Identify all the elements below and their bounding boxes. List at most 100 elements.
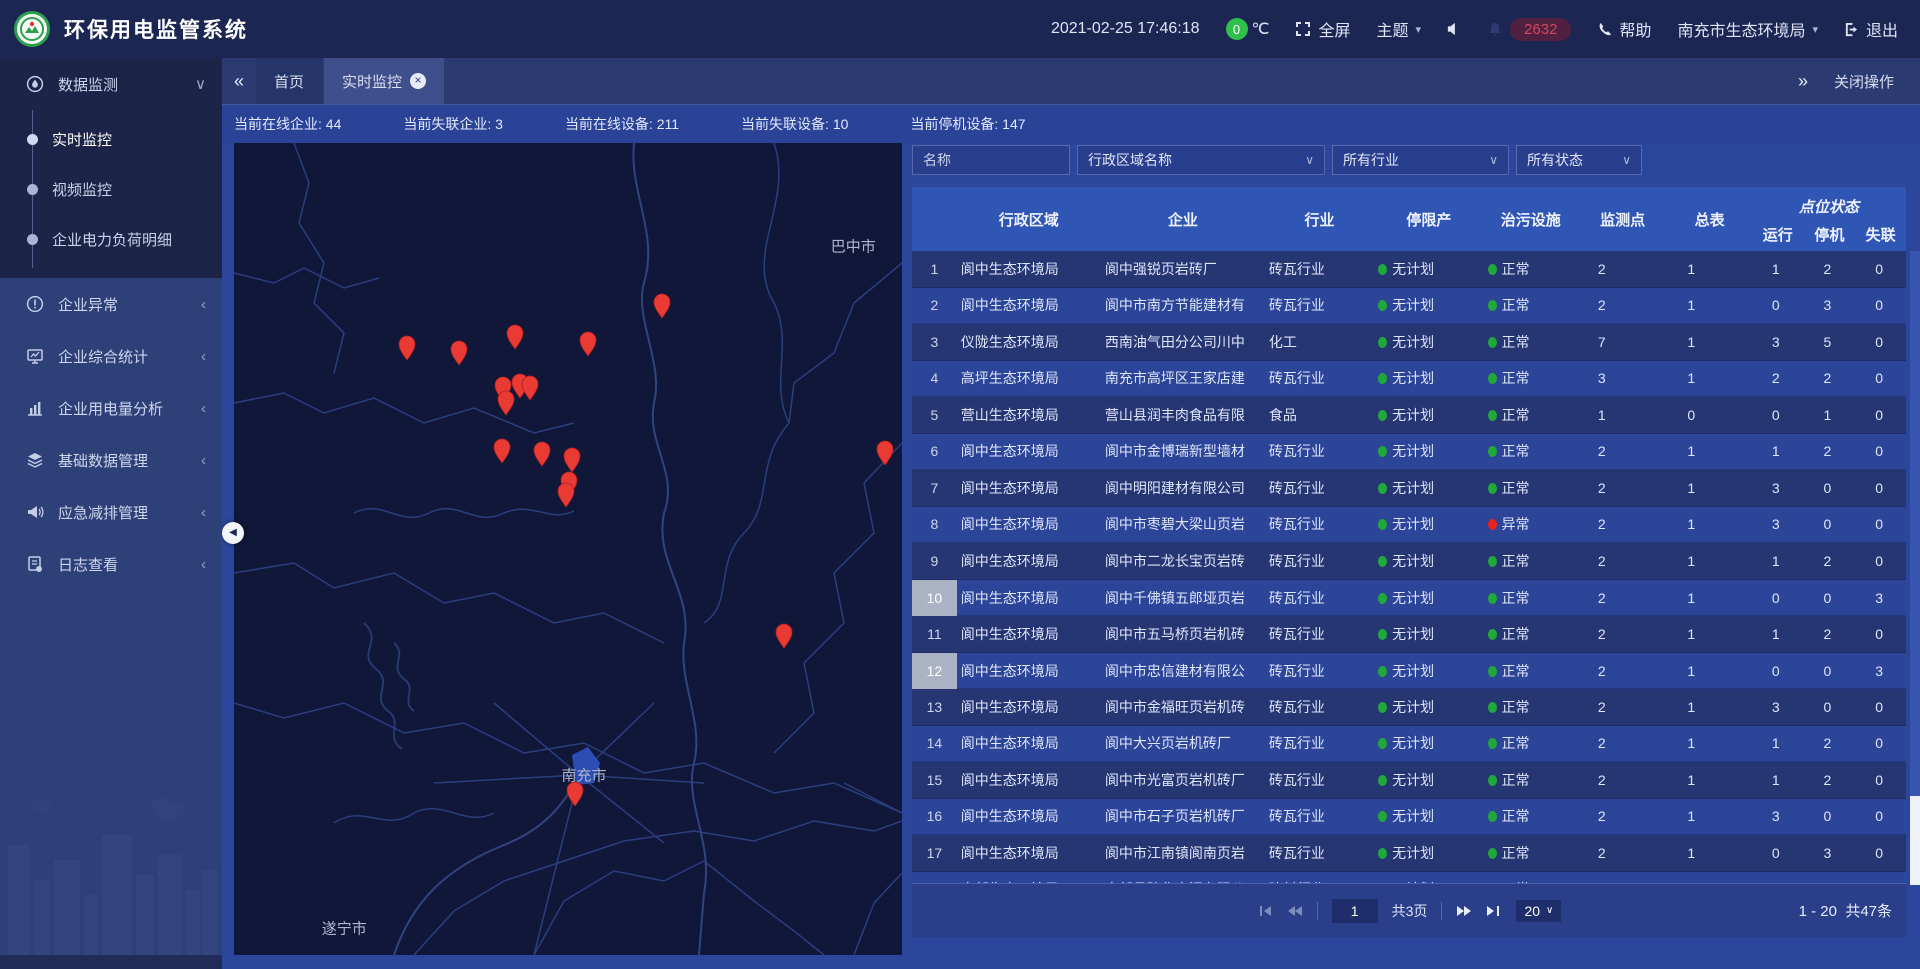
map-pin-icon[interactable] — [652, 291, 672, 319]
prev-page-button[interactable] — [1287, 905, 1303, 917]
table-row[interactable]: 16 阆中生态环境局 阆中市石子页岩机砖厂 砖瓦行业 无计划 正常 2 1 3 … — [912, 799, 1906, 836]
sidebar-item-2[interactable]: 企业综合统计 ‹ — [0, 330, 222, 382]
cell-total-meter: 1 — [1667, 297, 1751, 313]
table-row[interactable]: 1 阆中生态环境局 阆中强锐页岩砖厂 砖瓦行业 无计划 正常 2 1 1 2 0 — [912, 251, 1906, 288]
table-row[interactable]: 8 阆中生态环境局 阆中市枣碧大梁山页岩 砖瓦行业 无计划 异常 2 1 3 0… — [912, 507, 1906, 544]
cell-industry: 砖瓦行业 — [1265, 295, 1374, 315]
cell-running: 1 — [1752, 443, 1804, 459]
last-page-button[interactable] — [1486, 905, 1502, 917]
table-row[interactable]: 17 阆中生态环境局 阆中市江南镇阆南页岩 砖瓦行业 无计划 正常 2 1 0 … — [912, 835, 1906, 872]
table-row[interactable]: 5 营山生态环境局 营山县润丰肉食品有限 食品 无计划 正常 1 0 0 1 0 — [912, 397, 1906, 434]
cell-industry: 砖瓦行业 — [1265, 661, 1374, 681]
map-pin-icon[interactable] — [505, 322, 525, 350]
table-row[interactable]: 10 阆中生态环境局 阆中千佛镇五郎垭页岩 砖瓦行业 无计划 正常 2 1 0 … — [912, 580, 1906, 617]
map-pin-icon[interactable] — [520, 373, 540, 401]
first-page-button[interactable] — [1257, 905, 1273, 917]
sidebar-item-6[interactable]: 日志查看 ‹ — [0, 538, 222, 590]
cell-stopped: 2 — [1804, 772, 1856, 788]
sidebar-subitem-label: 实时监控 — [52, 129, 112, 150]
tabs-container: 首页 实时监控× — [256, 58, 446, 104]
col-disconnected: 失联 — [1855, 224, 1906, 245]
map-pin-icon[interactable] — [578, 329, 598, 357]
status-dot-icon — [1378, 629, 1387, 640]
status-dot-icon — [1378, 738, 1387, 749]
tabs-scroll-left-button[interactable]: « — [222, 58, 256, 104]
map-pin-icon[interactable] — [496, 388, 516, 416]
cell-stop-production: 无计划 — [1374, 551, 1483, 571]
page-size-select[interactable]: 20 ∨ — [1516, 900, 1561, 922]
tab-首页[interactable]: 首页 — [256, 58, 322, 104]
cell-stopped: 2 — [1804, 626, 1856, 642]
table-row[interactable]: 4 高坪生态环境局 南充市高坪区王家店建 砖瓦行业 无计划 正常 3 1 2 2… — [912, 361, 1906, 398]
cell-disconnected: 0 — [1855, 297, 1906, 313]
sidebar-subitem[interactable]: 企业电力负荷明细 — [0, 214, 222, 264]
table-row[interactable]: 3 仪陇生态环境局 西南油气田分公司川中 化工 无计划 正常 7 1 3 5 0 — [912, 324, 1906, 361]
scrollbar-thumb[interactable] — [1910, 796, 1920, 885]
table-row[interactable]: 14 阆中生态环境局 阆中大兴页岩机砖厂 砖瓦行业 无计划 正常 2 1 1 2… — [912, 726, 1906, 763]
map-pin-icon[interactable] — [449, 338, 469, 366]
map-panel[interactable]: 巴中市南充市遂宁市 — [234, 143, 902, 955]
table-row[interactable]: 12 阆中生态环境局 阆中市忠信建材有限公 砖瓦行业 无计划 正常 2 1 0 … — [912, 653, 1906, 690]
status-dot-icon — [1378, 446, 1387, 457]
theme-menu[interactable]: 主题 ▾ — [1377, 17, 1422, 41]
page-number-input[interactable] — [1332, 899, 1378, 923]
map-pin-icon[interactable] — [875, 438, 895, 466]
user-menu[interactable]: 南充市生态环境局 ▾ — [1677, 17, 1818, 41]
close-operations-button[interactable]: 关闭操作 — [1834, 71, 1894, 92]
map-pin-icon[interactable] — [565, 779, 585, 807]
status-filter-select[interactable]: 所有状态 ∨ — [1516, 145, 1642, 175]
sidebar-item-1[interactable]: 企业异常 ‹ — [0, 278, 222, 330]
table-row[interactable]: 7 阆中生态环境局 阆中明阳建材有限公司 砖瓦行业 无计划 正常 2 1 3 0… — [912, 470, 1906, 507]
map-pin-icon[interactable] — [532, 439, 552, 467]
map-pin-icon[interactable] — [492, 436, 512, 464]
notifications[interactable]: 2632 — [1487, 18, 1571, 41]
table-row[interactable]: 15 阆中生态环境局 阆中市光富页岩机砖厂 砖瓦行业 无计划 正常 2 1 1 … — [912, 762, 1906, 799]
table-row[interactable]: 13 阆中生态环境局 阆中市金福旺页岩机砖 砖瓦行业 无计划 正常 2 1 3 … — [912, 689, 1906, 726]
table-row[interactable]: 6 阆中生态环境局 阆中市金博瑞新型墙材 砖瓦行业 无计划 正常 2 1 1 2… — [912, 434, 1906, 471]
cell-stopped: 2 — [1804, 735, 1856, 751]
table-scrollbar[interactable] — [1910, 251, 1920, 885]
sidebar-subitem[interactable]: 实时监控 — [0, 114, 222, 164]
cell-company: 阆中明阳建材有限公司 — [1101, 478, 1265, 498]
cell-region: 阆中生态环境局 — [957, 661, 1101, 681]
table-row[interactable]: 9 阆中生态环境局 阆中市二龙长宝页岩砖 砖瓦行业 无计划 正常 2 1 1 2… — [912, 543, 1906, 580]
industry-filter-select[interactable]: 所有行业 ∨ — [1332, 145, 1509, 175]
table-row[interactable]: 11 阆中生态环境局 阆中市五马桥页岩机砖 砖瓦行业 无计划 正常 2 1 1 … — [912, 616, 1906, 653]
name-filter-input[interactable] — [912, 145, 1070, 175]
next-page-button[interactable] — [1456, 905, 1472, 917]
stat-item: 当前失联设备: 10 — [741, 114, 848, 134]
fullscreen-button[interactable]: 全屏 — [1295, 17, 1350, 41]
main-content: 巴中市南充市遂宁市 — [222, 143, 1920, 969]
table-row[interactable]: 2 阆中生态环境局 阆中市南方节能建材有 砖瓦行业 无计划 正常 2 1 0 3… — [912, 288, 1906, 325]
cell-company: 西南油气田分公司川中 — [1101, 332, 1265, 352]
temperature-unit: ℃ — [1252, 19, 1270, 39]
sidebar-item-0[interactable]: 数据监测 ∨ — [0, 58, 222, 110]
tabs-scroll-right-button[interactable]: » — [1798, 71, 1808, 92]
map-collapse-button[interactable]: ◀ — [222, 522, 244, 544]
cell-running: 1 — [1752, 735, 1804, 751]
chevron-left-icon: ‹ — [201, 452, 206, 469]
help-button[interactable]: 帮助 — [1597, 17, 1651, 41]
sidebar: 数据监测 ∨ 实时监控 视频监控 企业电力负荷明细 企业异常 ‹ 企业综合统计 — [0, 58, 222, 969]
cell-monitor-points: 2 — [1578, 735, 1667, 751]
map-pin-icon[interactable] — [556, 480, 576, 508]
status-dot-icon — [1378, 300, 1387, 311]
tab-close-icon[interactable]: × — [410, 73, 426, 89]
tab-实时监控[interactable]: 实时监控× — [324, 58, 444, 104]
cell-index: 13 — [912, 699, 957, 715]
logout-button[interactable]: 退出 — [1844, 17, 1898, 41]
map-pin-icon[interactable] — [774, 621, 794, 649]
sidebar-item-3[interactable]: 企业用电量分析 ‹ — [0, 382, 222, 434]
sidebar-item-4[interactable]: 基础数据管理 ‹ — [0, 434, 222, 486]
sidebar-item-5[interactable]: 应急减排管理 ‹ — [0, 486, 222, 538]
col-pollution-facility: 治污设施 — [1484, 209, 1578, 230]
cell-region: 阆中生态环境局 — [957, 295, 1101, 315]
sidebar-subitem[interactable]: 视频监控 — [0, 164, 222, 214]
cell-monitor-points: 2 — [1578, 480, 1667, 496]
map-pin-icon[interactable] — [397, 333, 417, 361]
region-filter-select[interactable]: 行政区域名称 ∨ — [1077, 145, 1325, 175]
cell-disconnected: 0 — [1855, 370, 1906, 386]
mute-button[interactable] — [1447, 22, 1461, 36]
status-dot-icon — [1488, 848, 1497, 859]
cell-total-meter: 1 — [1667, 663, 1751, 679]
